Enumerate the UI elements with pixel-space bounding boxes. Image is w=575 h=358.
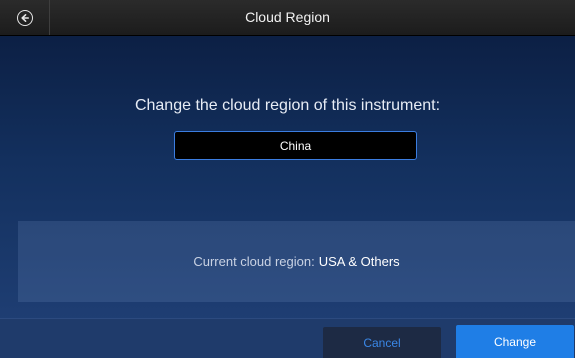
current-region-panel: Current cloud region: USA & Others [18, 221, 575, 302]
page-title: Cloud Region [245, 9, 330, 25]
region-select-value: China [279, 138, 312, 153]
cancel-button[interactable]: Cancel [323, 327, 441, 358]
current-region-text: Current cloud region: USA & Others [18, 221, 575, 302]
region-select[interactable]: China [174, 131, 417, 160]
change-button[interactable]: Change [456, 325, 574, 358]
back-button[interactable] [0, 0, 50, 35]
title-bar: Cloud Region [0, 0, 575, 36]
current-region-label: Current cloud region: [193, 254, 315, 269]
region-prompt: Change the cloud region of this instrume… [134, 97, 441, 114]
current-region-value: USA & Others [318, 254, 400, 269]
cloud-region-screen: Cloud Region Change the cloud region of … [0, 0, 575, 358]
back-arrow-icon [16, 9, 33, 26]
